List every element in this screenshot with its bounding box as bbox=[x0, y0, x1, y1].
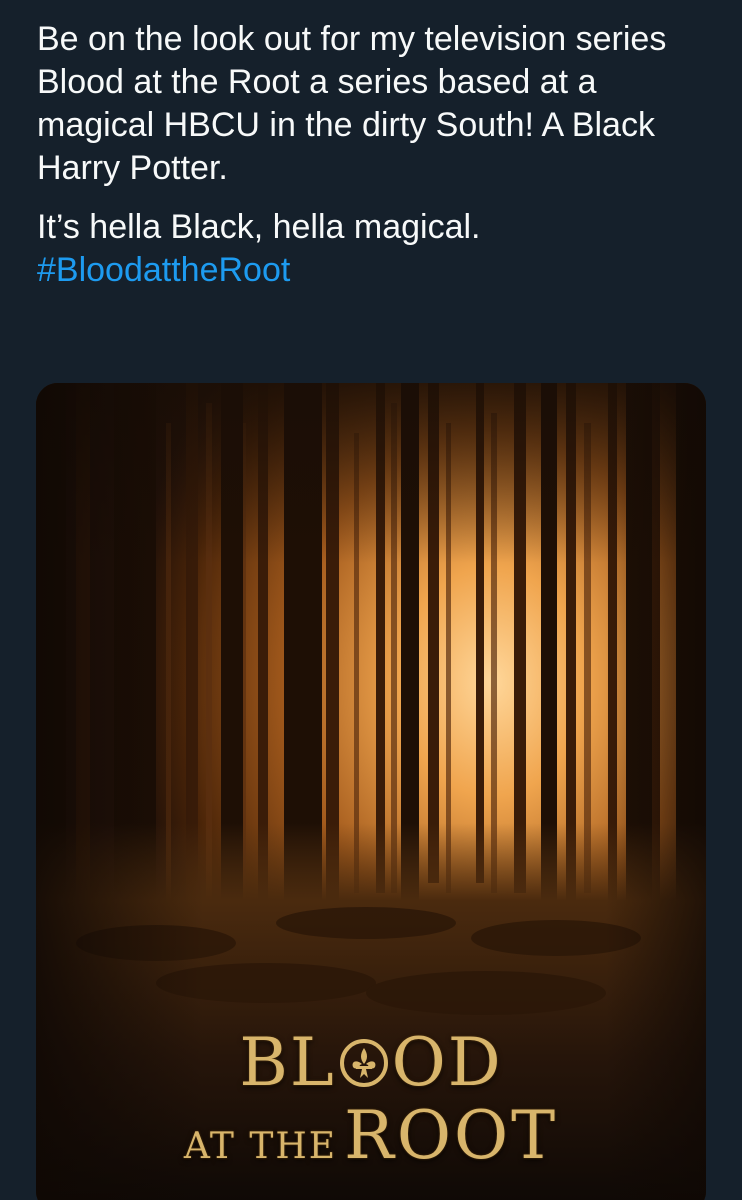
hashtag-link[interactable]: #BloodattheRoot bbox=[37, 249, 290, 292]
poster-title-at-the-root: AT THE ROOT bbox=[36, 1101, 706, 1188]
tweet-paragraph-1: Be on the look out for my television ser… bbox=[37, 20, 667, 187]
poster-title-root: ROOT bbox=[344, 1097, 559, 1174]
tweet-paragraph-2-text: It’s hella Black, hella magical. bbox=[37, 208, 481, 246]
poster-title-part1: BL bbox=[239, 1024, 336, 1101]
poster-title-blood: BL OD bbox=[36, 1028, 706, 1098]
poster-title-at-the: AT THE bbox=[183, 1126, 338, 1167]
tweet-paragraph-2: It’s hella Black, hella magical. #Blooda… bbox=[37, 206, 717, 292]
tweet-media-image[interactable]: BL OD AT THE ROOT bbox=[36, 383, 706, 1200]
fleur-de-lis-icon bbox=[339, 1039, 388, 1087]
poster-title-part2: OD bbox=[391, 1024, 503, 1101]
tweet-text: Be on the look out for my television ser… bbox=[37, 18, 717, 292]
tweet: Be on the look out for my television ser… bbox=[0, 0, 742, 1200]
